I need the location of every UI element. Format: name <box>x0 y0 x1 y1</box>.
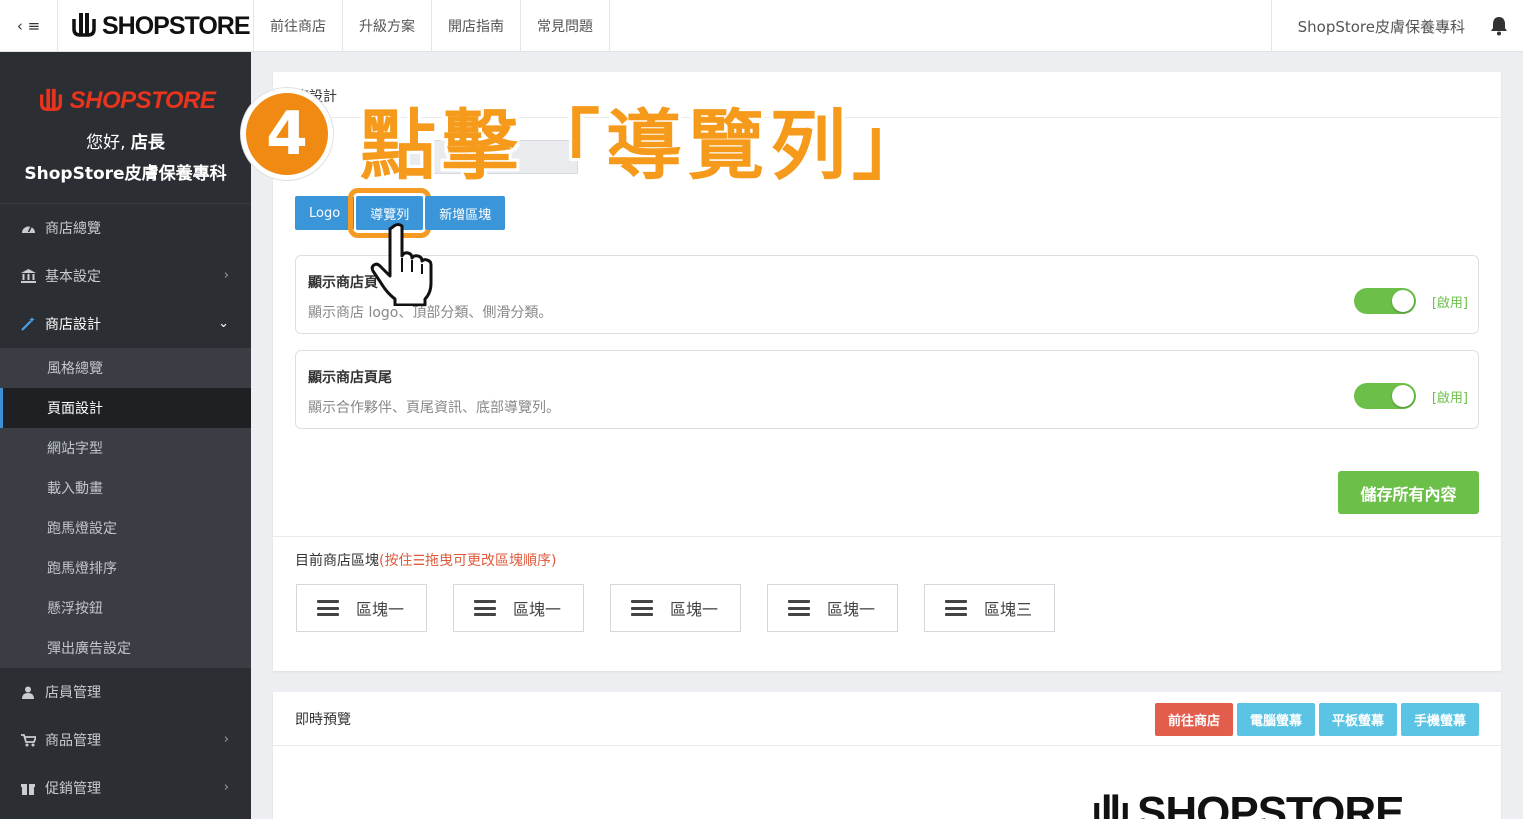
switch-state-label: [啟用] <box>1431 296 1468 311</box>
preview-buttons: 前往商店 電腦螢幕 平板螢幕 手機螢幕 <box>1154 703 1479 736</box>
gift-icon <box>20 780 36 796</box>
sidebar-item-store-overview[interactable]: 商店總覽 <box>0 204 251 252</box>
submenu-marquee-settings[interactable]: 跑馬燈設定 <box>0 508 251 548</box>
sidebar-item-label: 基本設定 <box>45 269 101 285</box>
chevron-right-icon: › <box>223 780 229 795</box>
sidebar-toggle-button[interactable]: ‹ ≡ <box>0 0 58 52</box>
nav-store-guide[interactable]: 開店指南 <box>431 0 520 52</box>
preview-logo: SHOPSTORE <box>1091 788 1404 819</box>
greeting-role: 店長 <box>130 133 165 153</box>
block-item[interactable]: 區塊一 <box>767 584 898 632</box>
user-icon <box>20 684 36 700</box>
sidebar-brand-wordmark: SHOPSTORE <box>69 87 216 114</box>
shopstore-logo-icon <box>72 13 96 37</box>
submenu-marquee-order[interactable]: 跑馬燈排序 <box>0 548 251 588</box>
header-toggle-switch[interactable] <box>1354 288 1416 314</box>
top-navbar: ‹ ≡ SHOPSTORE 前往商店 升級方案 開店指南 常見問題 ShopSt… <box>0 0 1523 52</box>
notification-bell-icon[interactable] <box>1485 0 1513 52</box>
mobile-view-button[interactable]: 手機螢幕 <box>1400 703 1479 736</box>
footer-toggle-switch[interactable] <box>1354 383 1416 409</box>
block-item[interactable]: 區塊三 <box>924 584 1055 632</box>
desktop-view-button[interactable]: 電腦螢幕 <box>1236 703 1315 736</box>
nav-upgrade-plan[interactable]: 升級方案 <box>342 0 431 52</box>
store-name-dropdown[interactable]: ShopStore皮膚保養專科 <box>1270 0 1485 52</box>
sidebar-item-basic-settings[interactable]: 基本設定 › <box>0 252 251 300</box>
step-number-badge: 4 <box>241 88 333 180</box>
sidebar-item-label: 促銷管理 <box>45 781 101 797</box>
shopstore-logo-icon <box>1094 794 1128 819</box>
sidebar-header: SHOPSTORE 您好, 店長 ShopStore皮膚保養專科 <box>0 52 251 204</box>
sidebar-item-staff-management[interactable]: 店員管理 <box>0 668 251 716</box>
drag-handle-icon[interactable] <box>945 600 967 616</box>
drag-handle-icon[interactable] <box>631 600 653 616</box>
submenu-style-overview[interactable]: 風格總覽 <box>0 348 251 388</box>
bank-icon <box>20 268 36 284</box>
block-item[interactable]: 區塊一 <box>610 584 741 632</box>
drag-handle-icon[interactable] <box>474 600 496 616</box>
block-label: 區塊一 <box>513 600 562 619</box>
blocks-hint: (按住☰拖曳可更改區塊順序) <box>379 553 557 569</box>
shopstore-logo-icon <box>39 88 62 112</box>
setting-title: 顯示商店頁尾 <box>308 370 392 386</box>
header-logo[interactable]: SHOPSTORE <box>70 10 251 42</box>
cart-icon <box>20 732 36 748</box>
tablet-view-button[interactable]: 平板螢幕 <box>1318 703 1397 736</box>
submenu-page-design[interactable]: 頁面設計 <box>0 388 251 428</box>
submenu-floating-button[interactable]: 懸浮按鈕 <box>0 588 251 628</box>
sidebar-item-label: 商店設計 <box>45 317 101 333</box>
sidebar-item-product-management[interactable]: 商品管理 › <box>0 716 251 764</box>
switch-knob <box>1392 290 1414 312</box>
blocks-title: 目前商店區塊 <box>295 553 379 569</box>
blocks-heading: 目前商店區塊(按住☰拖曳可更改區塊順序) <box>295 550 556 570</box>
block-label: 區塊一 <box>356 600 405 619</box>
submenu-site-font[interactable]: 網站字型 <box>0 428 251 468</box>
sidebar: SHOPSTORE 您好, 店長 ShopStore皮膚保養專科 商店總覽 基本… <box>0 52 251 819</box>
block-item[interactable]: 區塊一 <box>296 584 427 632</box>
submenu-loading-animation[interactable]: 載入動畫 <box>0 468 251 508</box>
menu-icon: ‹ ≡ <box>16 17 41 35</box>
block-item[interactable]: 區塊一 <box>453 584 584 632</box>
sidebar-item-label: 商品管理 <box>45 733 101 749</box>
top-nav: 前往商店 升級方案 開店指南 常見問題 <box>253 0 610 52</box>
greeting: 您好, 店長 <box>0 128 251 153</box>
setting-show-footer: 顯示商店頁尾 顯示合作夥伴、頁尾資訊、底部導覽列。 [啟用] <box>295 350 1479 429</box>
submenu-popup-ad-settings[interactable]: 彈出廣告設定 <box>0 628 251 668</box>
setting-show-header: 顯示商店頁 顯示商店 logo、頂部分類、側滑分類。 [啟用] <box>295 255 1479 334</box>
switch-knob <box>1392 385 1414 407</box>
chevron-right-icon: › <box>223 268 229 283</box>
magic-wand-icon <box>20 316 36 332</box>
chevron-down-icon: ⌄ <box>218 316 229 331</box>
setting-title: 顯示商店頁 <box>308 275 378 291</box>
store-design-submenu: 風格總覽 頁面設計 網站字型 載入動畫 跑馬燈設定 跑馬燈排序 懸浮按鈕 彈出廣… <box>0 348 251 668</box>
brand-wordmark: SHOPSTORE <box>102 11 251 40</box>
sidebar-item-promotion-management[interactable]: 促銷管理 › <box>0 764 251 812</box>
block-label: 區塊三 <box>984 600 1033 619</box>
chevron-right-icon: › <box>223 732 229 747</box>
hand-pointer-icon <box>370 223 433 306</box>
drag-handle-icon[interactable] <box>317 600 339 616</box>
sidebar-store-name: ShopStore皮膚保養專科 <box>24 164 227 184</box>
top-right-area: ShopStore皮膚保養專科 <box>1270 0 1523 52</box>
sidebar-item-label: 商店總覽 <box>45 221 101 237</box>
divider <box>273 536 1501 537</box>
nav-faq[interactable]: 常見問題 <box>520 0 610 52</box>
sidebar-item-store-design[interactable]: 商店設計 ⌄ <box>0 300 251 348</box>
greeting-prefix: 您好, <box>86 133 126 153</box>
dashboard-icon <box>20 220 36 236</box>
step-instruction: 點擊「導覽列」 <box>360 101 934 190</box>
setting-desc: 顯示合作夥伴、頁尾資訊、底部導覽列。 <box>308 400 560 416</box>
live-preview-panel: 即時預覽 前往商店 電腦螢幕 平板螢幕 手機螢幕 SHOPSTORE <box>273 692 1501 819</box>
nav-go-to-store[interactable]: 前往商店 <box>253 0 342 52</box>
block-list: 區塊一 區塊一 區塊一 區塊一 區塊三 <box>296 584 1055 632</box>
block-label: 區塊一 <box>670 600 719 619</box>
drag-handle-icon[interactable] <box>788 600 810 616</box>
save-all-button[interactable]: 儲存所有內容 <box>1338 471 1479 514</box>
block-label: 區塊一 <box>827 600 876 619</box>
switch-state-label: [啟用] <box>1431 391 1468 406</box>
preview-brand-wordmark: SHOPSTORE <box>1137 788 1404 819</box>
sidebar-item-label: 店員管理 <box>45 685 101 701</box>
go-to-store-button[interactable]: 前往商店 <box>1154 703 1233 736</box>
tab-logo[interactable]: Logo <box>295 196 355 230</box>
sidebar-logo: SHOPSTORE <box>0 52 251 118</box>
